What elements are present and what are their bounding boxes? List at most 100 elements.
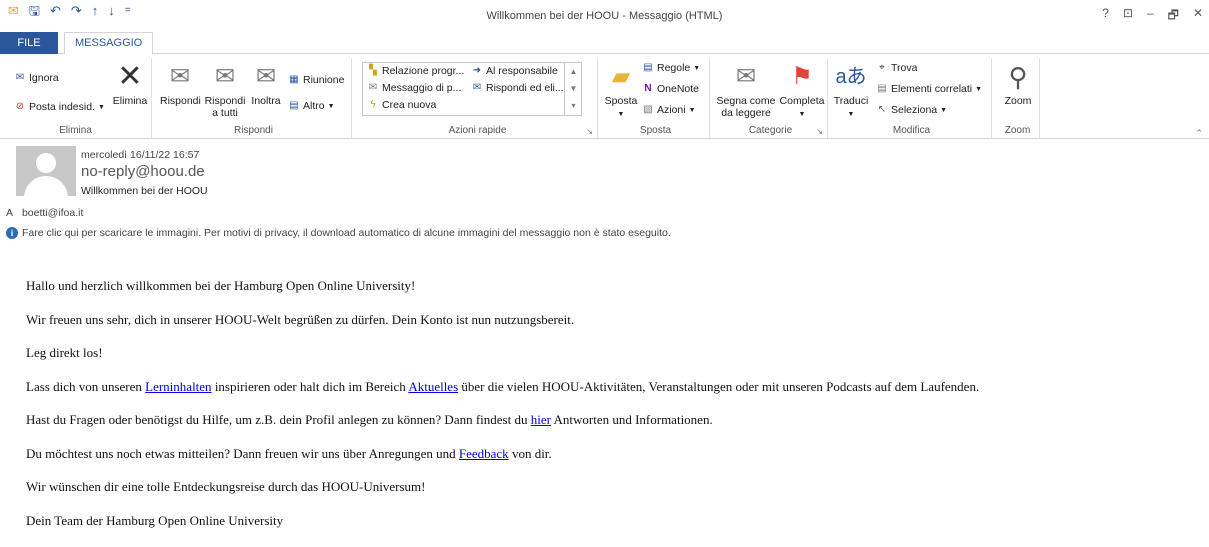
restore-button[interactable]: 🗗 <box>1168 6 1179 27</box>
window-controls: ? ⊡ – 🗗 ✕ <box>1102 6 1203 27</box>
group-label-azioni-rapide: Azioni rapide <box>448 125 507 136</box>
quickstep-rispondi-elimina[interactable]: ✉ Rispondi ed eli... <box>471 82 564 94</box>
link-hier[interactable]: hier <box>531 412 551 427</box>
body-paragraph: Wir freuen uns sehr, dich in unserer HOO… <box>26 311 575 327</box>
forward-to-manager-icon: ➜ <box>472 65 482 76</box>
ignora-button[interactable]: ✉ Ignora <box>14 72 59 84</box>
group-label-elimina: Elimina <box>59 125 92 136</box>
tab-file[interactable]: FILE <box>0 32 58 54</box>
body-paragraph: Hallo und herzlich willkommen bei der Ha… <box>26 278 416 293</box>
link-feedback[interactable]: Feedback <box>459 446 509 461</box>
message-header: mercoledì 16/11/22 16:57 no-reply@hoou.d… <box>0 140 1209 250</box>
rispondi-a-tutti-button[interactable]: ✉ Rispondi a tutti <box>204 62 246 119</box>
junk-icon: ⊘ <box>15 101 25 112</box>
forward-icon: ✉ <box>255 63 277 90</box>
report-icon: ▚ <box>369 65 377 76</box>
scroll-up-icon[interactable]: ▲ <box>565 63 582 80</box>
expand-gallery-icon[interactable]: ▾ <box>565 97 582 114</box>
traduci-button[interactable]: aあ Traduci ▼ <box>832 62 870 121</box>
ribbon-display-button[interactable]: ⊡ <box>1123 6 1133 27</box>
body-paragraph: Leg direkt los! <box>26 345 103 360</box>
posta-indesiderata-button[interactable]: ⊘ Posta indesid. ▼ <box>14 101 105 113</box>
lightning-icon: ϟ <box>370 99 376 110</box>
move-folder-icon: ▰ <box>611 63 631 90</box>
dialog-launcher-icon[interactable]: ↘ <box>586 127 593 136</box>
azioni-button[interactable]: ▧ Azioni ▼ <box>642 104 696 116</box>
sender-address[interactable]: no-reply@hoou.de <box>81 163 205 180</box>
quickstep-responsabile[interactable]: ➜ Al responsabile <box>471 65 558 77</box>
title-bar: ✉ 🖫 ↶ ↷ ↑ ↓ = Willkommen bei der HOOU - … <box>0 0 1209 32</box>
quickstep-crea-nuova[interactable]: ϟ Crea nuova <box>367 99 436 111</box>
magnifier-icon: ⚲ <box>1008 62 1028 92</box>
elimina-button[interactable]: ✕ Elimina <box>110 60 150 108</box>
body-paragraph: Hast du Fragen oder benötigst du Hilfe, … <box>26 412 713 427</box>
recipient-address[interactable]: boetti@ifoa.it <box>22 207 83 219</box>
body-paragraph: Wir wünschen dir eine tolle Entdeckungsr… <box>26 479 426 494</box>
to-label: A <box>6 207 14 219</box>
onenote-button[interactable]: N OneNote <box>642 83 699 95</box>
message-body: Hallo und herzlich willkommen bei der Ha… <box>26 278 979 546</box>
ribbon-tabs: FILE MESSAGGIO <box>0 32 1209 55</box>
flag-icon: ⚑ <box>791 63 813 90</box>
trova-button[interactable]: ⌖ Trova <box>876 62 917 74</box>
scroll-down-icon[interactable]: ▼ <box>565 80 582 97</box>
chevron-down-icon: ▼ <box>847 111 855 118</box>
link-lerninhalten[interactable]: Lerninhalten <box>145 379 211 394</box>
body-paragraph: Dein Team der Hamburg Open Online Univer… <box>26 512 284 528</box>
message-subject: Willkommen bei der HOOU <box>81 185 208 197</box>
group-label-categorie: Categorie <box>748 125 793 136</box>
link-aktuelles[interactable]: Aktuelles <box>408 379 458 394</box>
chevron-down-icon: ▼ <box>688 106 696 114</box>
close-button[interactable]: ✕ <box>1193 6 1203 27</box>
meeting-icon: ▦ <box>289 74 299 85</box>
sposta-button[interactable]: ▰ Sposta ▼ <box>604 62 638 121</box>
body-paragraph: Du möchtest uns noch etwas mitteilen? Da… <box>26 445 552 461</box>
altro-button[interactable]: ▤ Altro ▼ <box>288 100 335 112</box>
sender-avatar <box>16 146 76 196</box>
segna-come-da-leggere-button[interactable]: ✉ Segna come da leggere <box>714 62 778 119</box>
chevron-down-icon: ▼ <box>693 64 701 72</box>
collapse-ribbon-icon[interactable]: ⌃ <box>1195 128 1203 139</box>
more-icon: ▤ <box>289 100 299 111</box>
regole-button[interactable]: ▤ Regole ▼ <box>642 62 700 74</box>
body-paragraph: Lass dich von unseren Lerninhalten inspi… <box>26 378 980 394</box>
group-label-modifica: Modifica <box>892 125 931 136</box>
riunione-button[interactable]: ▦ Riunione <box>288 74 344 86</box>
completa-button[interactable]: ⚑ Completa ▼ <box>778 62 826 121</box>
quickstep-relazione[interactable]: ▚ Relazione progr... <box>367 65 464 77</box>
elementi-correlati-button[interactable]: ▤ Elementi correlati ▼ <box>876 83 982 95</box>
reply-all-icon: ✉ <box>214 63 236 90</box>
team-email-icon: ✉ <box>368 82 378 93</box>
rules-icon: ▤ <box>643 62 653 73</box>
tab-messaggio[interactable]: MESSAGGIO <box>64 32 154 55</box>
related-items-icon: ▤ <box>877 83 887 94</box>
actions-icon: ▧ <box>643 104 653 115</box>
infobar-text: Fare clic qui per scaricare le immagini.… <box>22 227 671 239</box>
ribbon: ✉ Ignora ⊘ Posta indesid. ▼ ✕ Elimina El… <box>0 54 1209 139</box>
group-azioni-rapide: ▚ Relazione progr... ➜ Al responsabile ✉… <box>358 58 598 138</box>
group-label-rispondi: Rispondi <box>234 125 273 136</box>
download-images-infobar[interactable]: i Fare clic qui per scaricare le immagin… <box>6 227 671 239</box>
quickstep-messaggio[interactable]: ✉ Messaggio di p... <box>367 82 462 94</box>
group-elimina: ✉ Ignora ⊘ Posta indesid. ▼ ✕ Elimina El… <box>0 58 152 138</box>
group-zoom: ⚲ Zoom Zoom <box>996 58 1040 138</box>
dialog-launcher-icon[interactable]: ↘ <box>816 127 823 136</box>
window-title: Willkommen bei der HOOU - Messaggio (HTM… <box>486 10 723 22</box>
zoom-button[interactable]: ⚲ Zoom <box>998 62 1038 107</box>
minimize-button[interactable]: – <box>1147 6 1154 27</box>
select-cursor-icon: ↖ <box>877 104 887 115</box>
info-icon: i <box>6 227 18 239</box>
recipient-line: A boetti@ifoa.it <box>6 207 83 219</box>
group-label-sposta: Sposta <box>639 125 672 136</box>
mark-unread-icon: ✉ <box>735 63 757 90</box>
binoculars-icon: ⌖ <box>879 62 885 73</box>
chevron-down-icon: ▼ <box>327 102 335 110</box>
gallery-scroll[interactable]: ▲ ▼ ▾ <box>564 63 582 115</box>
help-button[interactable]: ? <box>1102 6 1109 27</box>
seleziona-button[interactable]: ↖ Seleziona ▼ <box>876 104 947 116</box>
reply-icon: ✉ <box>169 63 191 90</box>
inoltra-button[interactable]: ✉ Inoltra <box>248 62 284 107</box>
translate-icon: aあ <box>835 66 867 88</box>
rispondi-button[interactable]: ✉ Rispondi <box>160 62 201 107</box>
delete-x-icon: ✕ <box>117 60 143 93</box>
